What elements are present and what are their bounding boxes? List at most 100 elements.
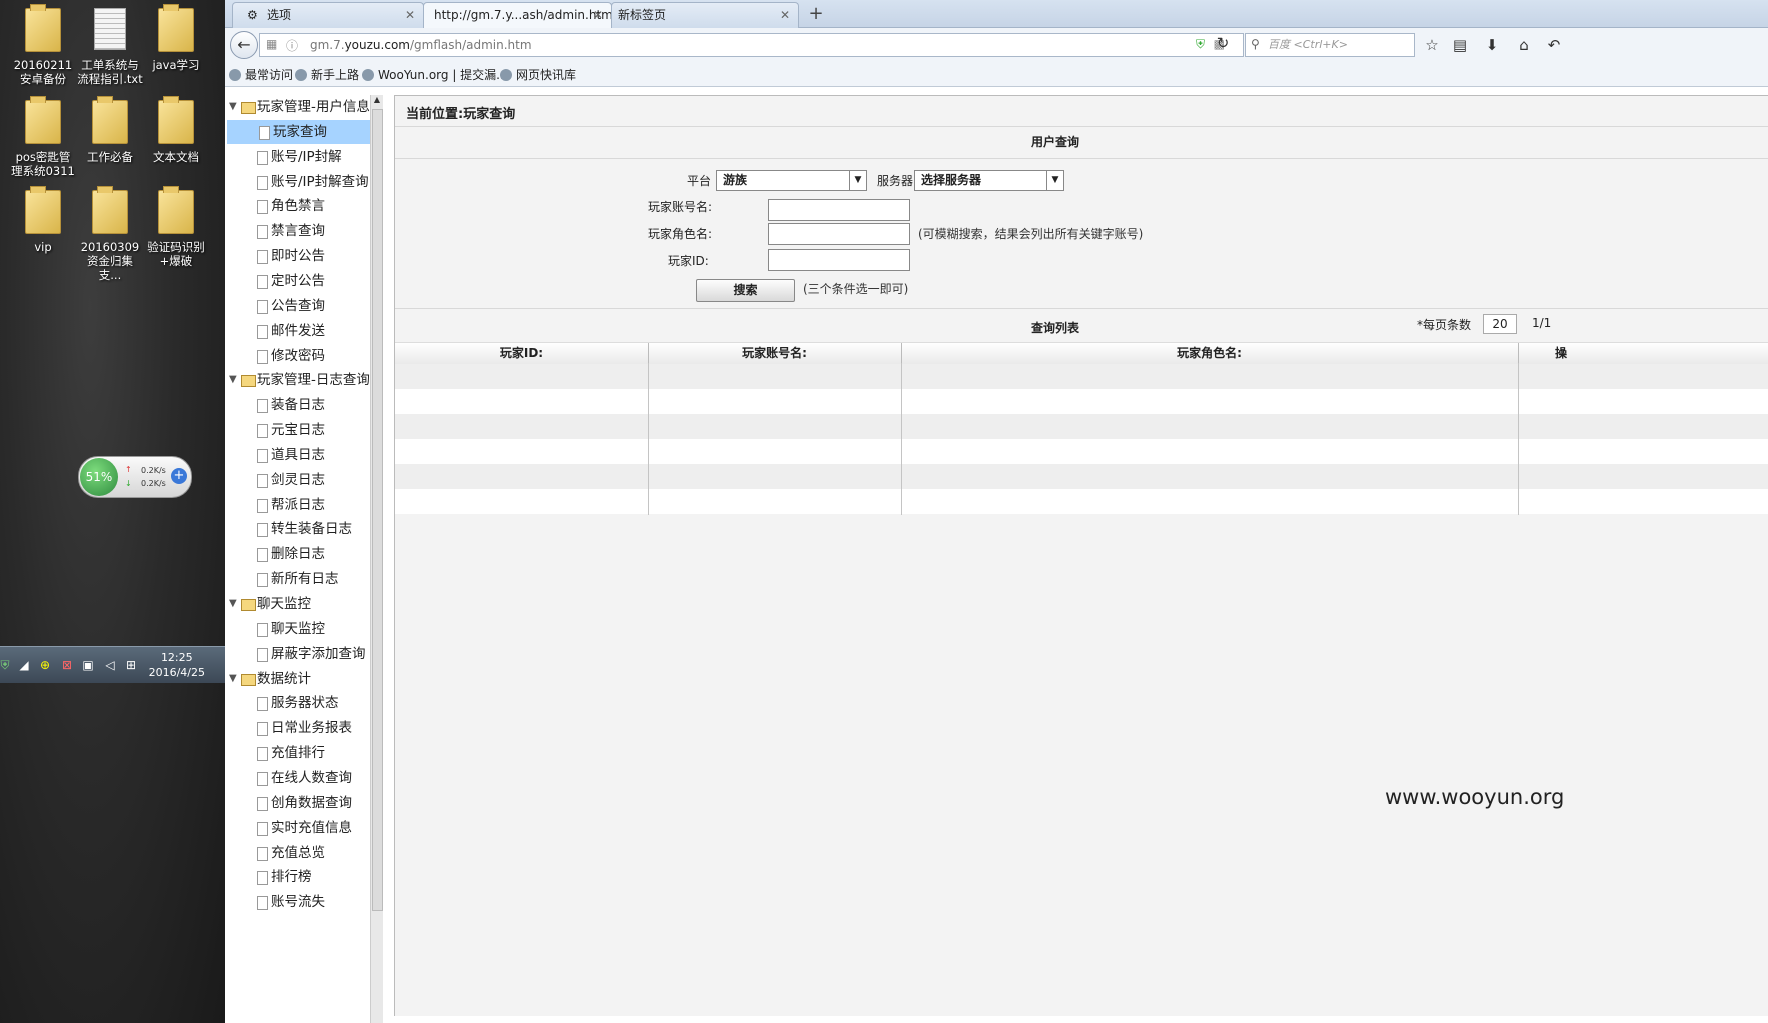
fuzzy-search-note: (可模糊搜索，结果会列出所有关键字账号) bbox=[918, 227, 1144, 241]
search-placeholder: 百度 <Ctrl+K> bbox=[1268, 38, 1348, 51]
tree-item[interactable]: 禁言查询 bbox=[225, 219, 370, 243]
disconnected-icon[interactable]: ⊠ bbox=[60, 658, 74, 672]
plus-icon[interactable]: + bbox=[171, 468, 187, 484]
tree-item[interactable]: 排行榜 bbox=[225, 865, 370, 889]
platform-select[interactable]: 游族 ▼ bbox=[716, 170, 867, 191]
tree-item[interactable]: 角色禁言 bbox=[225, 194, 370, 218]
desktop-icon-folder[interactable]: java学习 bbox=[143, 4, 209, 72]
device-icon[interactable]: ▣ bbox=[81, 658, 95, 672]
clock-time: 12:25 bbox=[160, 651, 193, 664]
tree-item[interactable]: 新所有日志 bbox=[225, 567, 370, 591]
volume-muted-icon[interactable]: ◁ bbox=[103, 658, 117, 672]
tree-item[interactable]: 账号流失 bbox=[225, 890, 370, 914]
tree-folder-label: 玩家管理-日志查询 bbox=[257, 372, 370, 389]
desktop-icon-folder[interactable]: 文本文档 bbox=[143, 96, 209, 164]
desktop-icon-folder[interactable]: vip bbox=[10, 186, 76, 254]
column-role-name[interactable]: 玩家角色名: bbox=[901, 343, 1519, 364]
bookmark-web-slices[interactable]: 网页快讯库 bbox=[500, 66, 576, 83]
bookmark-getting-started[interactable]: 新手上路 bbox=[295, 66, 359, 83]
new-tab-button[interactable]: + bbox=[805, 3, 827, 24]
desktop-icon-folder[interactable]: 工作必备 bbox=[77, 96, 143, 164]
tree-item[interactable]: 日常业务报表 bbox=[225, 716, 370, 740]
gear-icon: ⚙ bbox=[247, 8, 258, 22]
tree-folder[interactable]: ▼ 玩家管理-用户信息 bbox=[225, 95, 370, 119]
tree-item[interactable]: 充值总览 bbox=[225, 841, 370, 865]
address-bar[interactable]: ▦ ⓘ gm.7.youzu.com/gmflash/admin.htm ⛨ ▩ bbox=[259, 33, 1244, 57]
tree-item[interactable]: 定时公告 bbox=[225, 269, 370, 293]
secure-shield-icon[interactable]: ⛨ bbox=[1196, 37, 1205, 52]
close-icon[interactable]: ✕ bbox=[405, 3, 415, 27]
reading-list-icon[interactable]: ▤ bbox=[1451, 36, 1469, 54]
desktop-icon-textfile[interactable]: 工单系统与流程指引.txt bbox=[77, 8, 143, 86]
column-account-name[interactable]: 玩家账号名: bbox=[648, 343, 902, 364]
tree-item[interactable]: 账号/IP封解 bbox=[225, 145, 370, 169]
column-actions[interactable]: 操 bbox=[1518, 343, 1768, 364]
tree-scrollbar[interactable]: ▲ bbox=[370, 95, 383, 1023]
column-player-id[interactable]: 玩家ID: bbox=[395, 343, 649, 364]
tree-item[interactable]: 实时充值信息 bbox=[225, 816, 370, 840]
bookmark-wooyun[interactable]: WooYun.org | 提交漏... bbox=[362, 66, 508, 83]
per-page-input[interactable]: 20 bbox=[1483, 314, 1517, 334]
download-icon[interactable]: ⬇ bbox=[1483, 36, 1501, 54]
tree-item[interactable]: 元宝日志 bbox=[225, 418, 370, 442]
tree-item[interactable]: 创角数据查询 bbox=[225, 791, 370, 815]
tree-item[interactable]: 即时公告 bbox=[225, 244, 370, 268]
tab-options[interactable]: ⚙ 选项 ✕ bbox=[232, 2, 424, 28]
shield-icon[interactable]: ⛨ bbox=[0, 658, 12, 672]
desktop-icon-folder[interactable]: pos密匙管理系统0311 bbox=[10, 96, 76, 178]
role-input[interactable] bbox=[768, 223, 910, 245]
tree-item[interactable]: 账号/IP封解查询 bbox=[225, 170, 370, 194]
tree-item[interactable]: 充值排行 bbox=[225, 741, 370, 765]
server-select[interactable]: 选择服务器 ▼ bbox=[914, 170, 1064, 191]
search-button[interactable]: 搜索 bbox=[696, 279, 795, 302]
close-icon[interactable]: ✕ bbox=[780, 3, 790, 27]
tree-item[interactable]: 邮件发送 bbox=[225, 319, 370, 343]
upload-rate: 0.2K/s bbox=[141, 466, 166, 475]
expand-arrow-icon[interactable]: ▼ bbox=[229, 368, 237, 392]
desktop-icon-folder[interactable]: 验证码识别+爆破 bbox=[143, 186, 209, 268]
reload-icon[interactable]: ↻ bbox=[1214, 34, 1232, 52]
tree-item[interactable]: 玩家查询 bbox=[227, 119, 370, 144]
network-icon[interactable]: ◢ bbox=[17, 658, 31, 672]
bookmark-star-icon[interactable]: ☆ bbox=[1423, 36, 1441, 54]
tree-item[interactable]: 删除日志 bbox=[225, 542, 370, 566]
network-speed-widget[interactable]: 51% ↑ 0.2K/s ↓ 0.2K/s + bbox=[78, 456, 192, 498]
back-button[interactable]: ← bbox=[230, 31, 258, 59]
tree-item[interactable]: 帮派日志 bbox=[225, 493, 370, 517]
account-input[interactable] bbox=[768, 199, 910, 221]
home-icon[interactable]: ⌂ bbox=[1515, 36, 1533, 54]
tree-item[interactable]: 剑灵日志 bbox=[225, 468, 370, 492]
tree-item[interactable]: 在线人数查询 bbox=[225, 766, 370, 790]
taskbar-clock[interactable]: 12:25 2016/4/25 bbox=[149, 650, 205, 680]
tab-new[interactable]: 新标签页 ✕ bbox=[611, 2, 799, 28]
tree-folder[interactable]: ▼ 玩家管理-日志查询 bbox=[225, 368, 370, 392]
tree-item[interactable]: 转生装备日志 bbox=[225, 517, 370, 541]
tree-item[interactable]: 装备日志 bbox=[225, 393, 370, 417]
scroll-up-icon[interactable]: ▲ bbox=[371, 95, 383, 107]
bookmark-most-visited[interactable]: 最常访问 bbox=[229, 66, 293, 83]
expand-arrow-icon[interactable]: ▼ bbox=[229, 592, 237, 616]
tab-admin[interactable]: http://gm.7.y...ash/admin.htm ✕ bbox=[423, 2, 613, 29]
windows-icon[interactable]: ⊞ bbox=[124, 658, 138, 672]
add-icon[interactable]: ⊕ bbox=[38, 658, 52, 672]
search-box[interactable]: ⚲ 百度 <Ctrl+K> bbox=[1245, 33, 1415, 57]
undo-icon[interactable]: ↶ bbox=[1545, 36, 1563, 54]
tree-folder[interactable]: ▼ 数据统计 bbox=[225, 667, 370, 691]
scrollbar-thumb[interactable] bbox=[372, 109, 383, 911]
tree-item[interactable]: 聊天监控 bbox=[225, 617, 370, 641]
expand-arrow-icon[interactable]: ▼ bbox=[229, 667, 237, 691]
close-icon[interactable]: ✕ bbox=[593, 3, 603, 27]
tree-item[interactable]: 屏蔽字添加查询 bbox=[225, 642, 370, 666]
divider bbox=[395, 158, 1768, 159]
desktop-icon-folder[interactable]: 20160211安卓备份 bbox=[10, 4, 76, 86]
expand-arrow-icon[interactable]: ▼ bbox=[229, 95, 237, 119]
tree-item[interactable]: 修改密码 bbox=[225, 344, 370, 368]
bookmark-icon bbox=[229, 69, 241, 81]
tree-item[interactable]: 道具日志 bbox=[225, 443, 370, 467]
info-icon[interactable]: ⓘ bbox=[286, 37, 298, 54]
tree-item[interactable]: 服务器状态 bbox=[225, 691, 370, 715]
player-id-input[interactable] bbox=[768, 249, 910, 271]
tree-item[interactable]: 公告查询 bbox=[225, 294, 370, 318]
tree-folder[interactable]: ▼ 聊天监控 bbox=[225, 592, 370, 616]
desktop-icon-folder[interactable]: 20160309资金归集 支... bbox=[77, 186, 143, 282]
